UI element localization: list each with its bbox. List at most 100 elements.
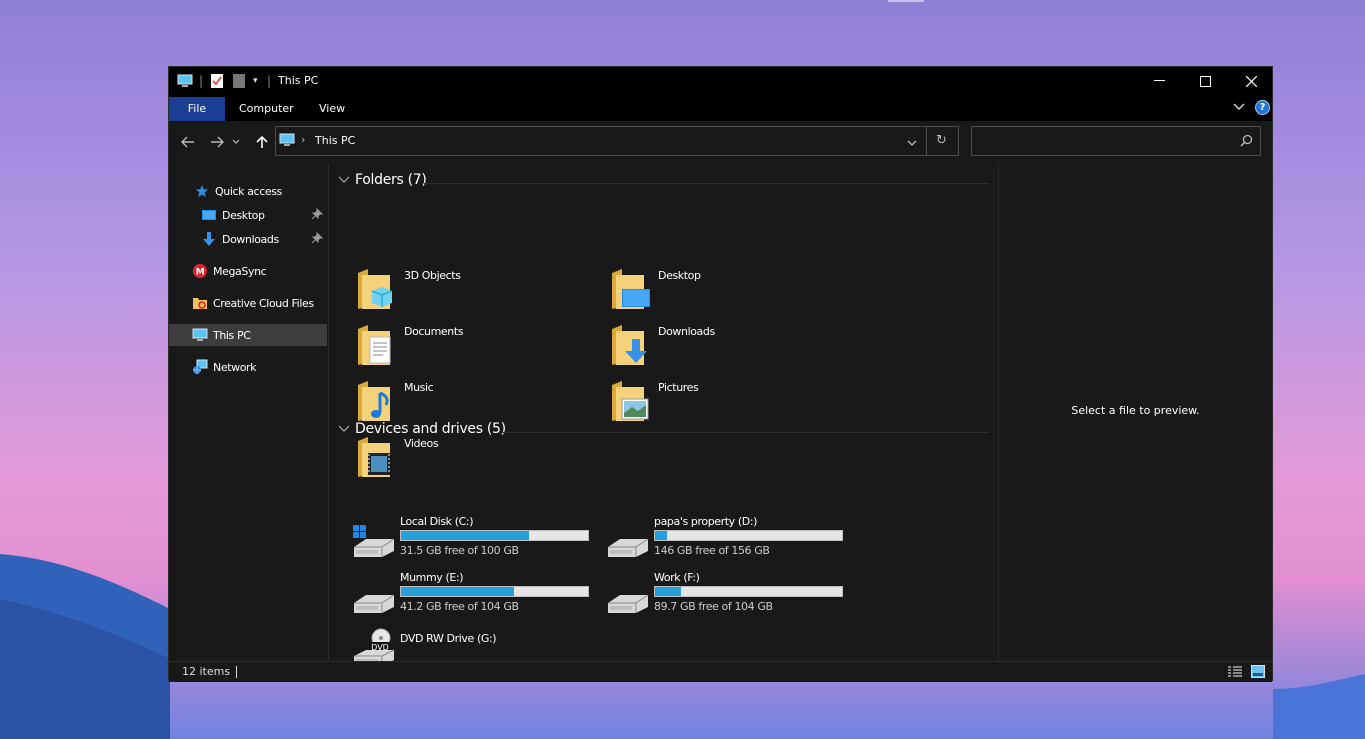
sidebar-item-label: Creative Cloud Files bbox=[213, 296, 314, 310]
drive-usage-fill bbox=[401, 587, 514, 596]
new-folder-icon[interactable] bbox=[233, 67, 245, 95]
content-pane: Folders (7) 3D Objects Desktop Documents bbox=[330, 163, 998, 666]
drive-e[interactable]: Mummy (E:) 41.2 GB free of 104 GB bbox=[352, 571, 602, 625]
breadcrumb-chevron-icon[interactable]: › bbox=[301, 133, 305, 146]
sidebar-item-megasync[interactable]: M MegaSync bbox=[169, 260, 327, 282]
sidebar-item-network[interactable]: Network bbox=[169, 356, 327, 378]
navigation-pane: Quick access Desktop Downloads M MegaSyn… bbox=[169, 163, 329, 661]
drive-d[interactable]: papa's property (D:) 146 GB free of 156 … bbox=[606, 515, 856, 569]
folder-label: Videos bbox=[404, 437, 439, 450]
address-divider bbox=[926, 127, 927, 155]
ribbon: File Computer View ? bbox=[169, 95, 1272, 121]
drive-label: papa's property (D:) bbox=[654, 515, 758, 528]
sidebar-item-quick-access[interactable]: Quick access bbox=[169, 180, 327, 202]
search-icon bbox=[1240, 134, 1253, 150]
music-folder-icon bbox=[358, 381, 390, 421]
folder-downloads[interactable]: Downloads bbox=[610, 323, 860, 375]
sidebar-item-label: Quick access bbox=[215, 184, 282, 198]
folders-section-title: Folders (7) bbox=[355, 172, 427, 188]
drive-usage-bar bbox=[400, 586, 589, 597]
network-icon bbox=[192, 359, 208, 375]
pin-icon[interactable] bbox=[311, 231, 324, 247]
refresh-icon[interactable]: ↻ bbox=[936, 133, 947, 148]
drive-free-space: 41.2 GB free of 104 GB bbox=[400, 600, 519, 613]
sidebar-item-label: Downloads bbox=[222, 232, 279, 246]
close-button[interactable] bbox=[1228, 67, 1274, 95]
folder-label: Downloads bbox=[658, 325, 715, 338]
folder-label: Music bbox=[404, 381, 434, 394]
address-history-chevron-icon[interactable] bbox=[907, 136, 917, 150]
address-row: › This PC ↻ bbox=[169, 121, 1272, 163]
star-icon bbox=[194, 183, 210, 199]
folder-label: 3D Objects bbox=[404, 269, 461, 282]
tab-view[interactable]: View bbox=[305, 97, 359, 121]
3d-objects-folder-icon bbox=[358, 269, 393, 309]
properties-icon[interactable] bbox=[210, 67, 224, 95]
drive-usage-fill bbox=[401, 531, 530, 540]
drive-usage-bar bbox=[400, 530, 589, 541]
address-bar[interactable]: › This PC ↻ bbox=[275, 126, 959, 156]
window-title: This PC bbox=[278, 74, 319, 87]
toolbar-divider: | bbox=[267, 74, 272, 88]
drive-usage-fill bbox=[655, 587, 681, 596]
windows-drive-icon bbox=[353, 525, 395, 557]
up-arrow-icon[interactable] bbox=[251, 131, 273, 153]
drive-label: Work (F:) bbox=[654, 571, 700, 584]
toolbar-divider: | bbox=[199, 74, 204, 88]
forward-arrow-icon[interactable] bbox=[206, 131, 228, 153]
collapse-chevron-icon[interactable] bbox=[338, 176, 350, 184]
drive-usage-bar bbox=[654, 530, 843, 541]
expand-ribbon-chevron-icon[interactable] bbox=[1233, 101, 1245, 114]
svg-text:M: M bbox=[196, 268, 205, 278]
folder-videos[interactable]: Videos bbox=[356, 435, 606, 487]
folder-pictures[interactable]: Pictures bbox=[610, 379, 860, 431]
drive-f[interactable]: Work (F:) 89.7 GB free of 104 GB bbox=[606, 571, 856, 625]
drive-free-space: 146 GB free of 156 GB bbox=[654, 544, 770, 557]
mega-icon: M bbox=[192, 263, 208, 279]
sidebar-item-downloads[interactable]: Downloads bbox=[169, 228, 327, 250]
maximize-button[interactable] bbox=[1182, 67, 1228, 95]
pin-icon[interactable] bbox=[311, 207, 324, 223]
preview-pane: Select a file to preview. bbox=[998, 163, 1272, 661]
item-count: 12 items bbox=[182, 665, 231, 678]
sidebar-item-this-pc[interactable]: This PC bbox=[169, 324, 327, 346]
computer-icon bbox=[177, 67, 193, 95]
section-divider bbox=[500, 432, 989, 433]
recent-locations-chevron-icon[interactable] bbox=[230, 131, 242, 153]
collapse-chevron-icon[interactable] bbox=[338, 425, 350, 433]
drives-section-header[interactable]: Devices and drives (5) bbox=[338, 421, 506, 437]
drive-label: Mummy (E:) bbox=[400, 571, 464, 584]
documents-folder-icon bbox=[358, 325, 391, 365]
tab-file[interactable]: File bbox=[169, 97, 225, 121]
folder-desktop[interactable]: Desktop bbox=[610, 267, 860, 319]
customize-toolbar-dropdown-icon[interactable]: ▾ bbox=[253, 67, 258, 95]
tab-computer[interactable]: Computer bbox=[225, 97, 308, 121]
videos-folder-icon bbox=[358, 437, 390, 477]
folder-label: Desktop bbox=[658, 269, 701, 282]
breadcrumb-this-pc[interactable]: This PC bbox=[315, 134, 355, 147]
hard-drive-icon bbox=[354, 594, 395, 613]
pictures-folder-icon bbox=[612, 381, 649, 421]
drive-usage-bar bbox=[654, 586, 843, 597]
desktop-taskbar-blip bbox=[888, 0, 924, 2]
details-view-icon[interactable] bbox=[1228, 666, 1242, 681]
sidebar-item-label: Network bbox=[213, 360, 257, 374]
drive-label: Local Disk (C:) bbox=[400, 515, 474, 528]
large-icons-view-icon[interactable] bbox=[1251, 665, 1265, 681]
creative-cloud-icon bbox=[192, 295, 208, 311]
status-divider bbox=[236, 666, 237, 678]
search-input[interactable] bbox=[971, 126, 1261, 156]
status-bar: 12 items bbox=[169, 661, 1272, 682]
folders-section-header[interactable]: Folders (7) bbox=[338, 172, 427, 188]
title-bar: | ▾ | This PC bbox=[169, 67, 1272, 95]
desktop-folder-icon bbox=[612, 269, 650, 309]
back-arrow-icon[interactable] bbox=[177, 131, 199, 153]
hard-drive-icon bbox=[608, 538, 649, 557]
sidebar-item-creative-cloud[interactable]: Creative Cloud Files bbox=[169, 292, 327, 314]
folder-documents[interactable]: Documents bbox=[356, 323, 606, 375]
drive-c[interactable]: Local Disk (C:) 31.5 GB free of 100 GB bbox=[352, 515, 602, 569]
folder-3d-objects[interactable]: 3D Objects bbox=[356, 267, 606, 319]
minimize-button[interactable] bbox=[1136, 67, 1182, 95]
sidebar-item-desktop[interactable]: Desktop bbox=[169, 204, 327, 226]
help-icon[interactable]: ? bbox=[1255, 100, 1270, 115]
